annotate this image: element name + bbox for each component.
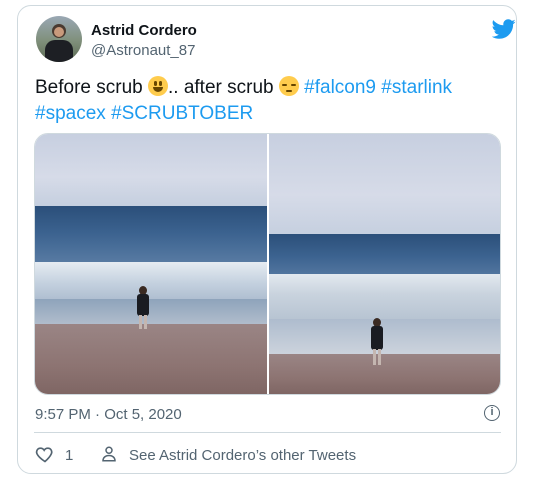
tweet-media[interactable] — [34, 133, 501, 395]
heart-icon[interactable] — [35, 444, 55, 464]
tweet-timestamp[interactable]: 9:57 PM · Oct 5, 2020 — [35, 406, 182, 423]
author-handle[interactable]: @Astronaut_87 — [91, 42, 195, 59]
hashtag-link[interactable]: #spacex — [35, 103, 106, 124]
hashtag-link[interactable]: #SCRUBTOBER — [111, 103, 253, 124]
tweet-text: Before scrub .. after scrub #falcon9 #st… — [35, 75, 505, 127]
hashtag-link[interactable]: #falcon9 — [304, 77, 376, 98]
grinning-face-emoji-icon — [148, 76, 168, 96]
avatar[interactable] — [36, 16, 82, 62]
other-tweets-link[interactable]: See Astrid Cordero’s other Tweets — [129, 447, 356, 464]
like-count[interactable]: 1 — [65, 447, 73, 464]
photo-after[interactable] — [269, 134, 500, 394]
person-icon[interactable] — [100, 445, 118, 463]
hashtag-link[interactable]: #starlink — [381, 77, 452, 98]
info-icon[interactable]: i — [484, 405, 500, 421]
twitter-bird-icon[interactable] — [492, 17, 516, 41]
photo-before[interactable] — [35, 134, 267, 394]
pensive-face-emoji-icon — [278, 76, 299, 96]
divider — [34, 432, 501, 433]
tweet-text-part1: Before scrub — [35, 77, 148, 98]
author-name[interactable]: Astrid Cordero — [91, 22, 197, 39]
tweet-text-part2: .. after scrub — [168, 77, 279, 98]
